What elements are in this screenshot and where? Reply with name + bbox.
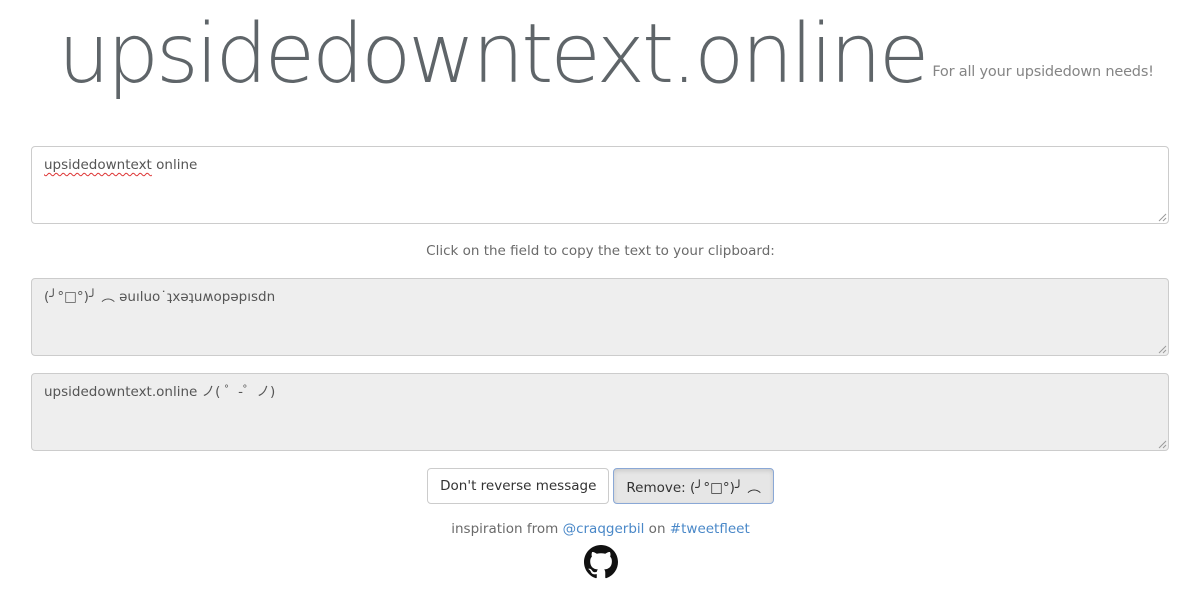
tagline: For all your upsidedown needs! bbox=[932, 64, 1154, 80]
site-title: upsidedowntext.online bbox=[58, 7, 929, 102]
page: upsidedowntext.online For all your upsid… bbox=[0, 0, 1201, 595]
credit-prefix: inspiration from bbox=[451, 521, 563, 537]
github-icon[interactable] bbox=[584, 545, 618, 579]
resize-grip-icon[interactable] bbox=[1158, 345, 1167, 354]
restored-output[interactable]: upsidedowntext.online ノ( ゜-゜ノ) bbox=[31, 373, 1169, 451]
header: upsidedowntext.online For all your upsid… bbox=[58, 0, 1154, 110]
input-text-rest: online bbox=[151, 157, 198, 173]
dont-reverse-button[interactable]: Don't reverse message bbox=[427, 468, 610, 504]
remove-table-flip-button[interactable]: Remove: (╯°□°)╯ ︵ bbox=[613, 468, 774, 504]
flipped-output-text: (╯°□°)╯ ︵ ǝuıluo˙ʇxǝʇuʍopǝpısdn bbox=[44, 289, 276, 305]
text-input[interactable]: upsidedowntext online bbox=[31, 146, 1169, 224]
flipped-output[interactable]: (╯°□°)╯ ︵ ǝuıluo˙ʇxǝʇuʍopǝpısdn bbox=[31, 278, 1169, 356]
resize-grip-icon[interactable] bbox=[1158, 213, 1167, 222]
button-row: Don't reverse message Remove: (╯°□°)╯ ︵ bbox=[0, 468, 1201, 504]
hashtag-link[interactable]: #tweetfleet bbox=[670, 521, 750, 537]
credit-middle: on bbox=[644, 521, 670, 537]
user-link[interactable]: @craqgerbil bbox=[563, 521, 645, 537]
input-text-misspelled-word: upsidedowntext bbox=[44, 157, 152, 173]
copy-hint: Click on the field to copy the text to y… bbox=[426, 243, 775, 259]
resize-grip-icon[interactable] bbox=[1158, 440, 1167, 449]
restored-output-text: upsidedowntext.online ノ( ゜-゜ノ) bbox=[44, 384, 276, 400]
credit-line: inspiration from @craqgerbil on #tweetfl… bbox=[0, 521, 1201, 537]
